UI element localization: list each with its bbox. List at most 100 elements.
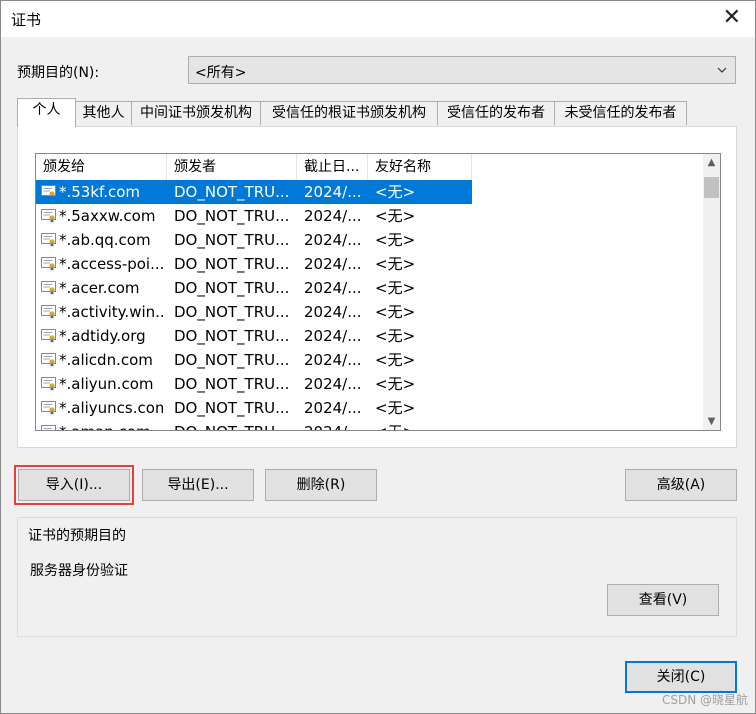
chevron-down-icon [717,67,727,73]
cell-issuer: DO_NOT_TRU... [174,255,290,273]
cell-issuer: DO_NOT_TRU... [174,183,290,201]
cell-friendly: <无> [375,207,416,225]
certificate-icon [41,257,56,271]
cell-expires: 2024/... [304,279,362,297]
cell-issued-to: *.aliyun.com [59,375,154,393]
certificate-icon [41,353,56,367]
certificate-icon [41,305,56,319]
tab-trusted-root-ca[interactable]: 受信任的根证书颁发机构 [260,101,438,125]
table-row[interactable]: *.activity.win... DO_NOT_TRU... 2024/... <无… [36,300,472,324]
certificate-icon [41,233,56,247]
purpose-dropdown-value: <所有> [195,65,247,81]
table-row[interactable]: *.alicdn.com DO_NOT_TRU... 2024/... <无> [36,348,472,372]
table-row[interactable]: *.adtidy.org DO_NOT_TRU... 2024/... <无> [36,324,472,348]
table-row[interactable]: *.access-poi... DO_NOT_TRU... 2024/... <无> [36,252,472,276]
cell-issuer: DO_NOT_TRU... [174,231,290,249]
cell-issued-to: *.5axxw.com [59,207,156,225]
title-bar: 证书 ✕ [1,1,755,37]
column-header-issued-to[interactable]: 颁发给 [36,154,167,180]
cell-friendly: <无> [375,420,465,430]
column-header-issuer[interactable]: 颁发者 [167,154,297,180]
cell-expires: 2024/... [304,183,362,201]
cell-friendly: <无> [375,375,416,393]
cell-expires: 2024/... [304,399,362,417]
tab-label: 个人 [32,102,61,118]
cell-issued-to: *.activity.win... [59,303,163,321]
tab-label: 受信任的根证书颁发机构 [272,105,426,121]
cell-expires: 2024/... [304,420,368,430]
table-row[interactable]: *.aliyuncs.com DO_NOT_TRU... 2024/... <无> [36,396,472,420]
cell-issuer: DO_NOT_TRU... [174,327,290,345]
purpose-label: 预期目的(N): [17,65,100,81]
cell-friendly: <无> [375,327,416,345]
cell-expires: 2024/... [304,351,362,369]
advanced-button[interactable]: 高级(A) [625,469,737,501]
cell-issuer: DO_NOT_TRU... [174,399,290,417]
cell-expires: 2024/... [304,207,362,225]
cell-friendly: <无> [375,231,416,249]
certificate-icon [41,281,56,295]
remove-button[interactable]: 删除(R) [265,469,377,501]
tab-strip: 个人 其他人 中间证书颁发机构 受信任的根证书颁发机构 受信任的发布者 未受信任… [17,98,737,127]
table-row[interactable]: *.5axxw.com DO_NOT_TRU... 2024/... <无> [36,204,472,228]
tab-label: 受信任的发布者 [447,105,545,121]
cell-issuer: DO_NOT_TRU... [174,303,290,321]
cell-issued-to: *.aliyuncs.com [59,399,163,417]
tab-untrusted-publishers[interactable]: 未受信任的发布者 [554,101,687,125]
scroll-thumb[interactable] [704,177,719,198]
cell-friendly: <无> [375,399,416,417]
tab-personal[interactable]: 个人 [17,98,76,127]
cell-issued-to: *.ab.qq.com [59,231,151,249]
cell-friendly: <无> [375,351,416,369]
close-icon[interactable]: ✕ [723,5,741,30]
view-button[interactable]: 查看(V) [607,584,719,616]
scroll-down-arrow-icon[interactable]: ▼ [703,413,720,430]
table-row[interactable]: *.amap.com DO_NOT_TRU... 2024/... <无> [36,420,472,430]
tab-trusted-publishers[interactable]: 受信任的发布者 [437,101,555,125]
cell-expires: 2024/... [304,231,362,249]
cell-issued-to: *.access-poi... [59,255,163,273]
cell-issued-to: *.adtidy.org [59,327,146,345]
close-button[interactable]: 关闭(C) [625,661,737,693]
list-rows: *.53kf.com DO_NOT_TRU... 2024/... <无> *.5axx… [36,180,704,430]
import-button[interactable]: 导入(I)... [14,465,134,505]
table-row[interactable]: *.acer.com DO_NOT_TRU... 2024/... <无> [36,276,472,300]
column-header-expiration[interactable]: 截止日... [297,154,368,180]
scroll-up-arrow-icon[interactable]: ▲ [703,154,720,171]
certificate-icon [41,329,56,343]
cell-issued-to: *.53kf.com [59,183,141,201]
tab-label: 其他人 [82,105,125,121]
certificate-icon [41,425,56,430]
list-header: 颁发给 颁发者 截止日... 友好名称 [36,154,704,180]
certificate-icon [41,401,56,415]
cell-issuer: DO_NOT_TRU... [174,420,294,430]
column-header-friendly-name[interactable]: 友好名称 [368,154,472,180]
table-row[interactable]: *.53kf.com DO_NOT_TRU... 2024/... <无> [36,180,472,204]
cell-friendly: <无> [375,303,416,321]
cell-issuer: DO_NOT_TRU... [174,207,290,225]
purposes-text: 服务器身份验证 [30,563,128,579]
purpose-dropdown[interactable]: <所有> [188,56,736,84]
cell-issued-to: *.amap.com [59,420,163,430]
tab-label: 未受信任的发布者 [564,105,677,121]
certificate-icon [41,185,56,199]
purposes-group-legend: 证书的预期目的 [26,525,128,545]
table-row[interactable]: *.ab.qq.com DO_NOT_TRU... 2024/... <无> [36,228,472,252]
cell-friendly: <无> [375,183,416,201]
certificate-icon [41,377,56,391]
cell-issuer: DO_NOT_TRU... [174,375,290,393]
certificate-icon [41,209,56,223]
cell-expires: 2024/... [304,327,362,345]
table-row[interactable]: *.aliyun.com DO_NOT_TRU... 2024/... <无> [36,372,472,396]
tab-intermediate-ca[interactable]: 中间证书颁发机构 [131,101,261,125]
vertical-scrollbar[interactable]: ▲ ▼ [703,154,720,430]
certificate-list[interactable]: 颁发给 颁发者 截止日... 友好名称 *.53kf.com DO_NOT_TRU… [35,153,721,431]
cell-friendly: <无> [375,279,416,297]
cell-issuer: DO_NOT_TRU... [174,351,290,369]
cell-expires: 2024/... [304,303,362,321]
export-button[interactable]: 导出(E)... [142,469,254,501]
cell-friendly: <无> [375,255,416,273]
cell-issuer: DO_NOT_TRU... [174,279,290,297]
tab-other-people[interactable]: 其他人 [75,101,132,125]
window-title: 证书 [11,11,42,29]
